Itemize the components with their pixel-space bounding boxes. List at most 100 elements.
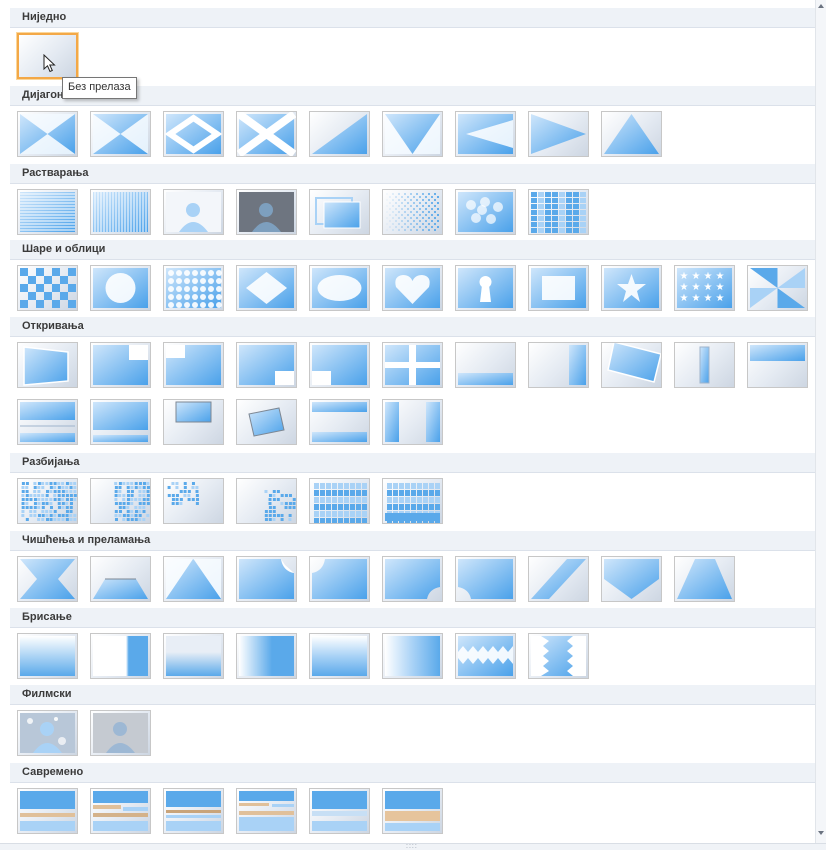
- transition-thumbnail[interactable]: [601, 265, 662, 311]
- transition-thumbnail[interactable]: [309, 556, 370, 602]
- transition-thumbnail[interactable]: [309, 342, 370, 388]
- transition-thumbnail[interactable]: [17, 399, 78, 445]
- transition-thumbnail[interactable]: [17, 478, 78, 524]
- transition-thumbnail[interactable]: [309, 399, 370, 445]
- svg-text:★: ★: [692, 271, 701, 282]
- transition-thumbnail[interactable]: [528, 265, 589, 311]
- transition-thumbnail[interactable]: [163, 399, 224, 445]
- transition-thumbnail[interactable]: [90, 633, 151, 679]
- gallery-section: Разбијања: [10, 453, 815, 524]
- transition-thumbnail[interactable]: [90, 556, 151, 602]
- transition-thumbnail[interactable]: [163, 478, 224, 524]
- transition-thumbnail[interactable]: [163, 788, 224, 834]
- transition-thumbnail[interactable]: [17, 710, 78, 756]
- transition-thumbnail[interactable]: [309, 189, 370, 235]
- svg-text:★: ★: [704, 271, 713, 282]
- transition-thumbnail[interactable]: [309, 788, 370, 834]
- transition-thumbnail[interactable]: [17, 788, 78, 834]
- scroll-down-arrow-icon[interactable]: [818, 831, 824, 835]
- transition-thumbnail[interactable]: [747, 342, 808, 388]
- transition-thumbnail[interactable]: [747, 265, 808, 311]
- transition-thumbnail[interactable]: [90, 710, 151, 756]
- transition-thumbnail[interactable]: [90, 788, 151, 834]
- transition-thumbnail[interactable]: [674, 342, 735, 388]
- transition-thumbnail[interactable]: [455, 556, 516, 602]
- transition-thumbnail[interactable]: [528, 633, 589, 679]
- transition-thumbnail[interactable]: [382, 342, 443, 388]
- transition-thumbnail[interactable]: [236, 633, 297, 679]
- transition-thumbnail[interactable]: [601, 556, 662, 602]
- transition-thumbnail[interactable]: [382, 111, 443, 157]
- transition-thumbnail[interactable]: [90, 111, 151, 157]
- transition-thumbnail[interactable]: [90, 342, 151, 388]
- gallery-section: Брисање: [10, 608, 815, 679]
- transition-gallery: Ниједно Дијагонале Растварања Шаре и обл…: [0, 0, 826, 850]
- transition-thumbnail[interactable]: [17, 111, 78, 157]
- svg-text:★: ★: [716, 293, 725, 304]
- transition-thumbnail[interactable]: [382, 265, 443, 311]
- transition-thumbnail[interactable]: [90, 265, 151, 311]
- transition-thumbnail[interactable]: [163, 633, 224, 679]
- section-header: Ниједно: [10, 8, 815, 28]
- svg-text:★: ★: [704, 293, 713, 304]
- transition-thumbnail[interactable]: [236, 478, 297, 524]
- transition-thumbnail[interactable]: [236, 265, 297, 311]
- svg-text:★: ★: [716, 271, 725, 282]
- transition-thumbnail[interactable]: [382, 189, 443, 235]
- transition-thumbnail[interactable]: [90, 478, 151, 524]
- gallery-section: Растварања: [10, 164, 815, 235]
- grip-dots-icon: ::::: [406, 843, 418, 850]
- transition-thumbnail[interactable]: [382, 399, 443, 445]
- transition-thumbnail[interactable]: [17, 189, 78, 235]
- svg-text:★: ★: [716, 282, 725, 293]
- transition-thumbnail[interactable]: [528, 556, 589, 602]
- transition-thumbnail[interactable]: [236, 111, 297, 157]
- transition-thumbnail[interactable]: [236, 399, 297, 445]
- transition-thumbnail[interactable]: [309, 633, 370, 679]
- transition-thumbnail[interactable]: [382, 633, 443, 679]
- transition-thumbnail[interactable]: [382, 478, 443, 524]
- transition-thumbnail[interactable]: [163, 342, 224, 388]
- transition-thumbnail[interactable]: [601, 342, 662, 388]
- transition-thumbnail[interactable]: [236, 189, 297, 235]
- transition-thumbnail[interactable]: [601, 111, 662, 157]
- transition-thumbnail[interactable]: [382, 556, 443, 602]
- transition-thumbnail[interactable]: [309, 478, 370, 524]
- transition-thumbnail[interactable]: [236, 556, 297, 602]
- vertical-scrollbar[interactable]: [815, 0, 826, 843]
- transition-thumbnail[interactable]: [309, 111, 370, 157]
- transition-thumbnail[interactable]: [17, 265, 78, 311]
- section-header: Шаре и облици: [10, 240, 815, 260]
- transition-thumbnail[interactable]: [528, 111, 589, 157]
- section-header: Брисање: [10, 608, 815, 628]
- transition-thumbnail[interactable]: [236, 788, 297, 834]
- transition-thumbnail[interactable]: [17, 556, 78, 602]
- transition-thumbnail[interactable]: [382, 788, 443, 834]
- transition-thumbnail[interactable]: [17, 633, 78, 679]
- section-header: Растварања: [10, 164, 815, 184]
- transition-thumbnail[interactable]: [163, 111, 224, 157]
- transition-thumbnail[interactable]: [455, 342, 516, 388]
- transition-thumbnail[interactable]: [528, 342, 589, 388]
- scroll-up-arrow-icon[interactable]: [818, 4, 824, 8]
- transition-thumbnail[interactable]: [163, 189, 224, 235]
- section-header: Откривања: [10, 317, 815, 337]
- transition-thumbnail[interactable]: [90, 189, 151, 235]
- transition-thumbnail[interactable]: [17, 342, 78, 388]
- transition-thumbnail[interactable]: ★ ★ ★ ★ ★ ★ ★ ★ ★ ★ ★ ★: [674, 265, 735, 311]
- transition-thumbnail[interactable]: [236, 342, 297, 388]
- svg-text:★: ★: [704, 282, 713, 293]
- section-header: Савремено: [10, 763, 815, 783]
- transition-thumbnail[interactable]: [309, 265, 370, 311]
- transition-thumbnail[interactable]: [455, 265, 516, 311]
- svg-text:★: ★: [680, 282, 689, 293]
- transition-thumbnail[interactable]: [163, 265, 224, 311]
- transition-thumbnail[interactable]: [528, 189, 589, 235]
- transition-thumbnail[interactable]: [90, 399, 151, 445]
- transition-thumbnail[interactable]: [163, 556, 224, 602]
- transition-thumbnail[interactable]: [455, 633, 516, 679]
- transition-thumbnail[interactable]: [455, 189, 516, 235]
- transition-thumbnail[interactable]: [455, 111, 516, 157]
- gallery-section: Чишћења и преламања: [10, 531, 815, 602]
- transition-thumbnail[interactable]: [674, 556, 735, 602]
